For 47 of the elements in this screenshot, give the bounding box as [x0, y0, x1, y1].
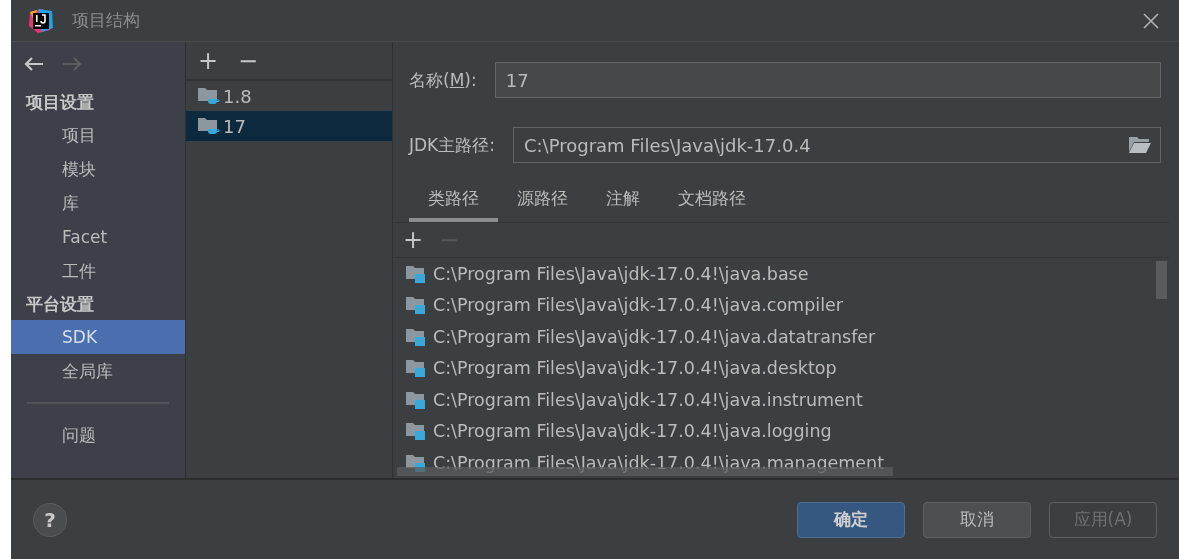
classpath-entry[interactable]: C:\Program Files\Java\jdk-17.0.4!\java.management: [433, 452, 885, 473]
sidebar-item[interactable]: 项目: [11, 118, 185, 152]
classpath-entry[interactable]: C:\Program Files\Java\jdk-17.0.4!\java.base: [433, 263, 809, 284]
jdk-path-label: JDK主路径:: [409, 133, 495, 157]
sidebar-item[interactable]: Facet: [11, 220, 185, 254]
tab[interactable]: 源路径: [498, 183, 587, 222]
folder-cup-icon: [197, 116, 221, 136]
folder-module-icon: [405, 421, 427, 442]
tab[interactable]: 类路径: [409, 183, 498, 222]
classpath-entry[interactable]: C:\Program Files\Java\jdk-17.0.4!\java.compiler: [433, 295, 843, 316]
sidebar-item[interactable]: 工件: [11, 254, 185, 288]
remove-button[interactable]: −: [232, 48, 265, 73]
folder-module-icon: [405, 358, 427, 379]
add-button[interactable]: +: [192, 48, 225, 73]
classpath-entry[interactable]: C:\Program Files\Java\jdk-17.0.4!\java.instrument: [433, 389, 863, 410]
jdk-path-field[interactable]: C:\Program Files\Java\jdk-17.0.4: [513, 127, 1161, 163]
folder-module-icon: [405, 295, 427, 316]
section-header: 平台设置: [25, 293, 95, 316]
folder-module-icon: [405, 263, 427, 284]
classpath-entry[interactable]: C:\Program Files\Java\jdk-17.0.4!\java.datatransfer: [433, 326, 876, 347]
ok-button[interactable]: 确定: [797, 501, 905, 538]
scrollbar[interactable]: [1156, 261, 1167, 299]
name-input-field[interactable]: 17: [494, 62, 1161, 98]
sidebar-item[interactable]: 模块: [11, 152, 185, 186]
sidebar-item[interactable]: 全局库: [11, 354, 185, 388]
back-arrow-icon[interactable]: [24, 57, 44, 71]
folder-icon[interactable]: [1128, 136, 1152, 154]
classpath-entry[interactable]: C:\Program Files\Java\jdk-17.0.4!\java.logging: [433, 421, 832, 442]
folder-cup-icon: [197, 86, 221, 106]
app-logo-icon: [28, 7, 54, 34]
section-header: 项目设置: [24, 91, 95, 114]
sidebar-item[interactable]: 问题: [11, 418, 185, 452]
folder-module-icon: [405, 326, 427, 347]
close-icon[interactable]: [1143, 12, 1159, 29]
sidebar-item[interactable]: 库: [11, 186, 185, 220]
help-button[interactable]: ?: [33, 502, 67, 537]
dialog-button[interactable]: 取消: [923, 501, 1031, 538]
tab[interactable]: 文档路径: [659, 183, 765, 222]
tab[interactable]: 注解: [587, 183, 659, 222]
window-title: 项目结构: [72, 9, 141, 32]
sidebar-item[interactable]: SDK: [11, 320, 185, 354]
jdk-list-item[interactable]: 1.8: [186, 81, 392, 111]
name-label: 名称(M):: [409, 68, 477, 92]
folder-module-icon: [405, 389, 427, 410]
add-button[interactable]: +: [397, 228, 430, 252]
classpath-entry[interactable]: C:\Program Files\Java\jdk-17.0.4!\java.desktop: [433, 358, 837, 379]
jdk-list-item[interactable]: 17: [186, 111, 392, 141]
